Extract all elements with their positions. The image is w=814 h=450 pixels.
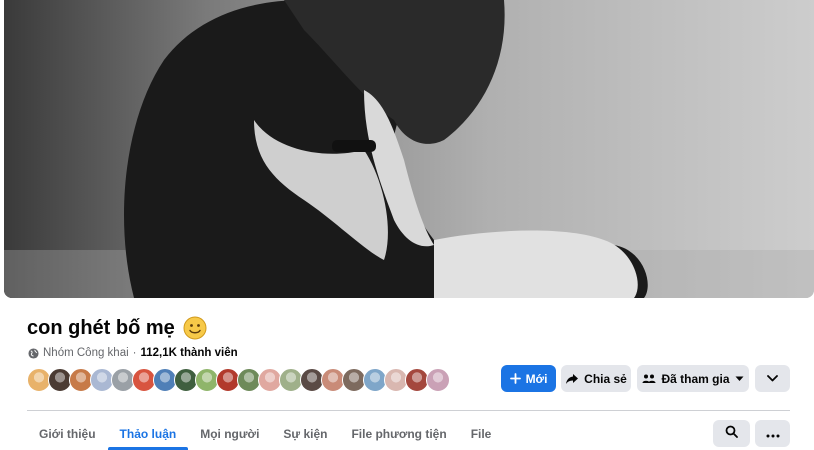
search-button[interactable] bbox=[713, 420, 750, 447]
search-icon bbox=[725, 425, 738, 443]
new-post-label: Mới bbox=[525, 371, 548, 386]
tab-media[interactable]: File phương tiện bbox=[339, 418, 458, 450]
tab-label: Mọi người bbox=[200, 427, 260, 441]
meta-separator: · bbox=[132, 347, 137, 359]
group-tabs: Giới thiệu Thảo luận Mọi người Sự kiện F… bbox=[27, 418, 503, 450]
more-button[interactable] bbox=[755, 420, 790, 447]
group-name: con ghét bố mẹ bbox=[27, 316, 175, 339]
globe-icon bbox=[28, 347, 39, 359]
joined-dropdown-button[interactable]: Đã tham gia bbox=[637, 365, 749, 392]
share-button[interactable]: Chia sẻ bbox=[561, 365, 631, 392]
cover-photo-illustration bbox=[4, 0, 814, 298]
tab-label: File phương tiện bbox=[351, 427, 447, 441]
new-post-button[interactable]: Mới bbox=[501, 365, 556, 392]
caret-down-icon bbox=[735, 376, 744, 382]
tab-label: File bbox=[470, 427, 492, 441]
group-member-count[interactable]: 112,1K thành viên bbox=[141, 347, 238, 359]
more-dots-icon bbox=[766, 425, 780, 443]
plus-icon bbox=[509, 373, 521, 384]
tab-label: Thảo luận bbox=[119, 427, 177, 441]
cover-photo[interactable] bbox=[4, 0, 814, 298]
chevron-down-icon bbox=[767, 375, 778, 382]
tab-people[interactable]: Mọi người bbox=[188, 418, 271, 450]
group-privacy[interactable]: Nhóm Công khai bbox=[43, 347, 129, 359]
member-avatar[interactable] bbox=[426, 368, 450, 392]
tab-label: Sự kiện bbox=[283, 427, 328, 441]
tab-events[interactable]: Sự kiện bbox=[271, 418, 339, 450]
more-options-chevron-button[interactable] bbox=[755, 365, 790, 392]
share-arrow-icon bbox=[565, 373, 579, 385]
tab-label: Giới thiệu bbox=[39, 427, 96, 441]
tab-files[interactable]: File bbox=[459, 418, 504, 450]
group-meta: Nhóm Công khai · 112,1K thành viên bbox=[28, 347, 238, 359]
slightly-smiling-face-icon bbox=[183, 316, 207, 340]
group-title: con ghét bố mẹ bbox=[27, 316, 207, 340]
header-divider bbox=[27, 410, 790, 411]
tab-discussion[interactable]: Thảo luận bbox=[107, 418, 189, 450]
joined-label: Đã tham gia bbox=[661, 371, 730, 386]
member-avatars bbox=[27, 368, 450, 392]
share-label: Chia sẻ bbox=[584, 371, 627, 386]
tab-about[interactable]: Giới thiệu bbox=[27, 418, 108, 450]
joined-group-icon bbox=[642, 373, 656, 385]
